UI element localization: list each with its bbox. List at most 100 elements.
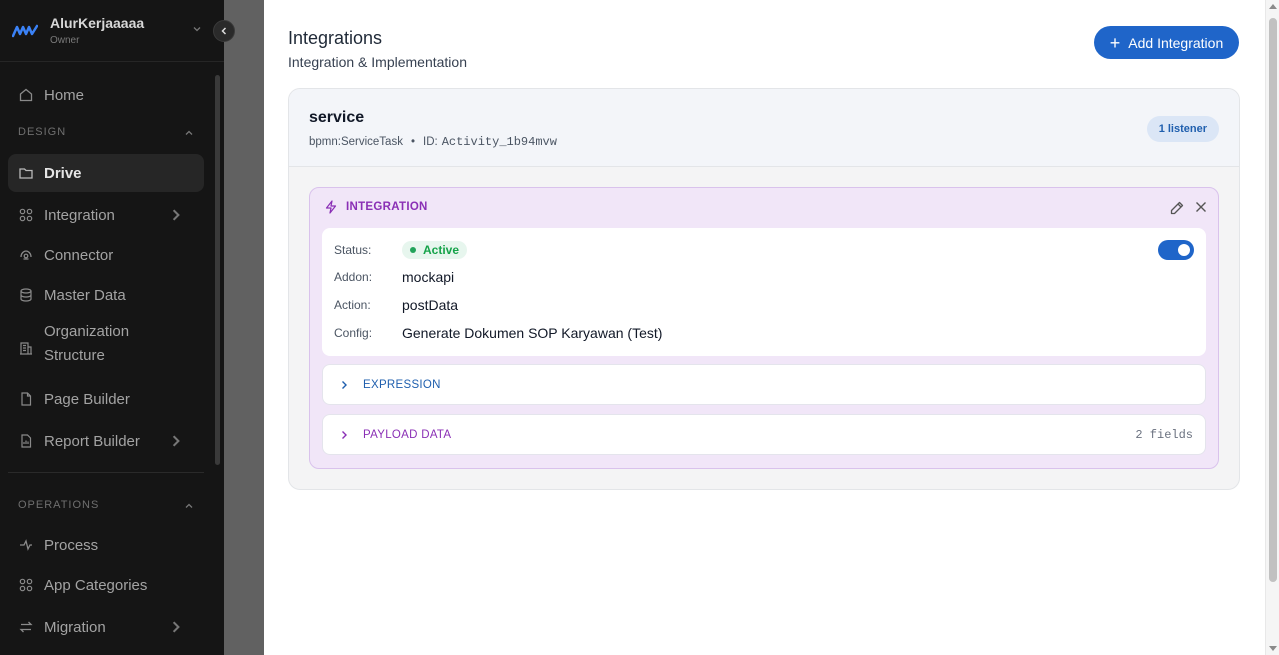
grid-icon	[19, 208, 33, 222]
sidebar-item-label: Integration	[44, 206, 115, 224]
sidebar-item-label: Drive	[44, 164, 82, 182]
sidebar-item-label: Structure	[44, 347, 105, 364]
workspace-name: AlurKerjaaaaa	[50, 15, 145, 31]
service-id-label: ID:	[423, 136, 438, 148]
listener-count-badge: 1 listener	[1146, 116, 1219, 142]
sidebar-item-connector[interactable]: Connector	[8, 240, 204, 270]
sidebar-item-process[interactable]: Process	[8, 530, 204, 560]
chevron-up-icon[interactable]	[184, 501, 194, 511]
action-label: Action:	[334, 298, 371, 312]
swap-icon	[19, 621, 33, 633]
integration-header: INTEGRATION	[324, 200, 428, 214]
expression-label: EXPRESSION	[363, 378, 441, 391]
collapse-sidebar-button[interactable]	[213, 20, 235, 42]
grid-icon	[19, 578, 33, 592]
scroll-up-icon[interactable]	[1269, 4, 1277, 9]
status-row: Status: Active	[334, 241, 468, 259]
page-title: Integrations	[288, 28, 383, 48]
lightning-icon	[325, 200, 337, 214]
chevron-left-icon	[221, 27, 227, 35]
action-row: Action: postData	[334, 297, 458, 313]
folder-icon	[19, 168, 33, 179]
sidebar-item-home[interactable]: Home	[8, 80, 204, 110]
section-operations-label: OPERATIONS	[18, 499, 100, 511]
integration-enabled-toggle[interactable]	[1158, 240, 1194, 260]
workspace-role: Owner	[50, 35, 80, 46]
config-row: Config: Generate Dokumen SOP Karyawan (T…	[334, 325, 662, 341]
building-icon	[20, 342, 32, 355]
add-integration-label: Add Integration	[1128, 34, 1224, 51]
database-icon	[20, 288, 32, 302]
sidebar-item-label: Home	[44, 86, 85, 104]
payload-data-label: PAYLOAD DATA	[363, 428, 452, 441]
pencil-icon[interactable]	[1169, 200, 1185, 216]
toggle-knob	[1178, 244, 1190, 256]
service-card-header: service bpmn:ServiceTask • ID: Activity_…	[289, 89, 1239, 167]
status-badge: Active	[402, 241, 468, 259]
report-icon	[21, 434, 32, 448]
page-subtitle: Integration & Implementation	[288, 54, 467, 70]
sidebar-item-report-builder[interactable]: Report Builder	[8, 426, 204, 456]
sidebar-item-label: Process	[44, 536, 99, 554]
sidebar-item-label: Organization	[44, 323, 130, 340]
sidebar-item-drive[interactable]: Drive	[8, 154, 204, 192]
sidebar-item-page-builder[interactable]: Page Builder	[8, 384, 204, 414]
panel-scrollbar[interactable]	[1265, 0, 1279, 655]
plug-icon	[20, 250, 32, 260]
sidebar-scrollbar[interactable]	[215, 75, 220, 465]
service-type: bpmn:ServiceTask	[309, 136, 403, 148]
workspace-switcher[interactable]: AlurKerjaaaaa Owner	[0, 0, 224, 62]
plus-icon: +	[1109, 32, 1121, 53]
sidebar: AlurKerjaaaaa Owner Home DESIGN Drive In…	[0, 0, 235, 655]
config-label: Config:	[334, 326, 373, 340]
scroll-down-icon[interactable]	[1269, 646, 1277, 651]
service-id-value: Activity_1b94mvw	[441, 135, 557, 149]
scrollbar-thumb[interactable]	[1269, 18, 1277, 582]
chevron-right-icon	[172, 209, 180, 221]
addon-label: Addon:	[334, 270, 373, 284]
sidebar-item-master-data[interactable]: Master Data	[8, 280, 204, 310]
chevron-right-icon	[342, 430, 347, 439]
integration-block: INTEGRATION Status: Active Addon: mockap…	[309, 187, 1219, 469]
file-icon	[21, 392, 32, 406]
action-value: postData	[402, 297, 459, 313]
home-icon	[19, 88, 33, 102]
chevron-down-icon	[193, 27, 201, 32]
sidebar-divider	[8, 472, 204, 473]
integrations-panel: Integrations Integration & Implementatio…	[264, 0, 1279, 655]
addon-value: mockapi	[402, 269, 455, 285]
payload-data-section[interactable]: PAYLOAD DATA 2 fields	[322, 414, 1206, 455]
background-overlay[interactable]	[224, 0, 264, 655]
service-card: service bpmn:ServiceTask • ID: Activity_…	[288, 88, 1240, 490]
service-name: service	[309, 109, 365, 126]
chevron-right-icon	[342, 380, 347, 389]
chevron-up-icon[interactable]	[184, 128, 194, 138]
chevron-right-icon	[172, 621, 180, 633]
sidebar-item-app-categories[interactable]: App Categories	[8, 570, 204, 600]
sidebar-item-label: Connector	[44, 246, 114, 264]
process-icon	[20, 539, 32, 551]
sidebar-item-label: Page Builder	[44, 390, 130, 408]
payload-field-count: 2 fields	[1135, 427, 1193, 442]
integration-details: Status: Active Addon: mockapi Action: po…	[322, 228, 1206, 356]
expression-section[interactable]: EXPRESSION	[322, 364, 1206, 405]
sidebar-item-organization-structure[interactable]: Organization Structure	[8, 320, 204, 372]
section-design-label: DESIGN	[18, 126, 67, 138]
addon-row: Addon: mockapi	[334, 269, 454, 285]
sidebar-item-migration[interactable]: Migration	[8, 612, 204, 642]
chevron-right-icon	[172, 435, 180, 447]
config-value: Generate Dokumen SOP Karyawan (Test)	[402, 325, 663, 341]
sidebar-item-label: Master Data	[44, 286, 126, 304]
status-value: Active	[423, 243, 460, 257]
close-icon[interactable]	[1194, 200, 1208, 214]
workspace-logo-icon	[12, 24, 38, 37]
sidebar-item-integration[interactable]: Integration	[8, 200, 204, 230]
add-integration-button[interactable]: + Add Integration	[1094, 26, 1239, 59]
status-label: Status:	[334, 243, 372, 257]
meta-separator: •	[410, 136, 415, 148]
sidebar-item-label: Report Builder	[44, 432, 140, 450]
integration-header-label: INTEGRATION	[346, 201, 428, 213]
service-meta: bpmn:ServiceTask • ID: Activity_1b94mvw	[309, 135, 557, 149]
sidebar-item-label: Migration	[44, 618, 106, 636]
sidebar-item-label: App Categories	[44, 576, 148, 594]
